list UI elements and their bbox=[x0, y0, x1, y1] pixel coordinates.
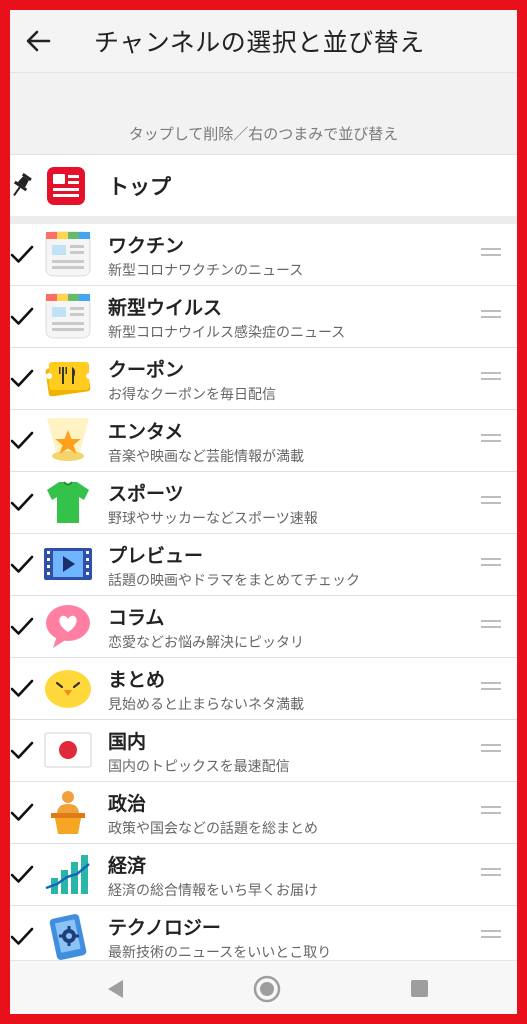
instruction-text: タップして削除／右のつまみで並び替え bbox=[128, 125, 399, 143]
drag-handle[interactable] bbox=[481, 930, 501, 942]
phone-gear-icon bbox=[49, 914, 87, 960]
channel-row[interactable]: コラム 恋愛などお悩み解決にピッタリ bbox=[10, 596, 517, 658]
channel-name: スポーツ bbox=[108, 483, 184, 505]
channel-name: プレビュー bbox=[108, 545, 204, 567]
nav-back-icon[interactable] bbox=[105, 978, 125, 1000]
bar-chart-trend-icon bbox=[45, 855, 90, 894]
check-icon[interactable] bbox=[10, 738, 34, 762]
channel-row[interactable]: 政治 政策や国会などの話題を総まとめ bbox=[10, 782, 517, 844]
drag-handle[interactable] bbox=[481, 248, 501, 260]
drag-handle[interactable] bbox=[481, 310, 501, 322]
check-icon[interactable] bbox=[10, 490, 34, 514]
news-sheet-icon bbox=[43, 292, 93, 340]
channel-row[interactable]: 国内 国内のトピックスを最速配信 bbox=[10, 720, 517, 782]
podium-speaker-icon bbox=[51, 791, 85, 834]
system-nav-bar bbox=[10, 960, 517, 1014]
check-icon[interactable] bbox=[10, 366, 34, 390]
film-play-icon bbox=[44, 548, 92, 580]
page-title: チャンネルの選択と並び替え bbox=[94, 28, 425, 57]
channel-row[interactable]: スポーツ 野球やサッカーなどスポーツ速報 bbox=[10, 472, 517, 534]
channel-row[interactable]: プレビュー 話題の映画やドラマをまとめてチェック bbox=[10, 534, 517, 596]
channel-name: コラム bbox=[108, 607, 165, 629]
drag-handle[interactable] bbox=[481, 868, 501, 880]
drag-handle[interactable] bbox=[481, 744, 501, 756]
channel-name: 政治 bbox=[108, 793, 147, 815]
drag-handle[interactable] bbox=[481, 682, 501, 694]
channel-name: 新型ウイルス bbox=[108, 297, 223, 319]
japan-flag-icon bbox=[44, 732, 92, 768]
channel-row[interactable]: 経済 経済の総合情報をいち早くお届け bbox=[10, 844, 517, 906]
channel-name: 国内 bbox=[108, 731, 147, 753]
star-spotlight-icon bbox=[47, 418, 89, 461]
check-icon[interactable] bbox=[10, 552, 34, 576]
nav-recents-icon[interactable] bbox=[411, 980, 428, 997]
check-icon[interactable] bbox=[10, 304, 34, 328]
channel-name: トップ bbox=[108, 175, 171, 199]
divider bbox=[10, 216, 517, 224]
drag-handle[interactable] bbox=[481, 434, 501, 446]
chick-face-icon bbox=[45, 670, 91, 708]
channel-description: 政策や国会などの話題を総まとめ bbox=[108, 821, 318, 837]
channel-name: ワクチン bbox=[108, 235, 185, 257]
channel-row[interactable]: 新型ウイルス 新型コロナウイルス感染症のニュース bbox=[10, 286, 517, 348]
channel-description: 国内のトピックスを最速配信 bbox=[108, 759, 290, 775]
channel-description: 最新技術のニュースをいいとこ取り bbox=[108, 945, 332, 961]
heart-bubble-icon bbox=[46, 605, 90, 648]
pin-icon bbox=[13, 172, 32, 197]
channel-description: 恋愛などお悩み解決にピッタリ bbox=[108, 635, 304, 651]
check-icon[interactable] bbox=[10, 676, 34, 700]
channel-name: クーポン bbox=[108, 359, 185, 381]
channel-name: まとめ bbox=[108, 669, 166, 691]
channel-description: 新型コロナワクチンのニュース bbox=[108, 263, 304, 279]
channel-description: 音楽や映画など芸能情報が満載 bbox=[108, 449, 304, 465]
channel-row-top: トップ bbox=[10, 154, 517, 217]
check-icon[interactable] bbox=[10, 862, 34, 886]
channel-row[interactable]: エンタメ 音楽や映画など芸能情報が満載 bbox=[10, 410, 517, 472]
jersey-icon bbox=[47, 481, 89, 523]
coupon-icon bbox=[45, 362, 92, 397]
news-sheet-icon bbox=[43, 230, 93, 278]
check-icon[interactable] bbox=[10, 614, 34, 638]
channel-row[interactable]: ワクチン 新型コロナワクチンのニュース bbox=[10, 224, 517, 286]
channel-description: 経済の総合情報をいち早くお届け bbox=[108, 883, 318, 899]
hint-area: タップして削除／右のつまみで並び替え bbox=[10, 72, 517, 155]
check-icon[interactable] bbox=[10, 924, 34, 948]
channel-row[interactable]: まとめ 見始めると止まらないネタ満載 bbox=[10, 658, 517, 720]
channel-list: ワクチン 新型コロナワクチンのニュース 新型ウイルス 新型コロナウイルス感染症の… bbox=[10, 224, 517, 968]
channel-description: 見始めると止まらないネタ満載 bbox=[108, 697, 304, 713]
drag-handle[interactable] bbox=[481, 620, 501, 632]
news-red-icon bbox=[47, 167, 85, 205]
channel-row[interactable]: テクノロジー 最新技術のニュースをいいとこ取り bbox=[10, 906, 517, 968]
drag-handle[interactable] bbox=[481, 558, 501, 570]
channel-description: 話題の映画やドラマをまとめてチェック bbox=[108, 573, 360, 589]
channel-description: 野球やサッカーなどスポーツ速報 bbox=[108, 511, 318, 527]
red-frame: チャンネルの選択と並び替え タップして削除／右のつまみで並び替え トップ ワクチ… bbox=[0, 0, 527, 1024]
nav-home-icon[interactable] bbox=[253, 975, 281, 1003]
channel-description: お得なクーポンを毎日配信 bbox=[108, 387, 276, 403]
channel-name: 経済 bbox=[108, 855, 147, 877]
channel-name: エンタメ bbox=[108, 421, 184, 443]
channel-row[interactable]: クーポン お得なクーポンを毎日配信 bbox=[10, 348, 517, 410]
drag-handle[interactable] bbox=[481, 806, 501, 818]
arrow-left-icon bbox=[26, 30, 51, 52]
app-bar: チャンネルの選択と並び替え bbox=[10, 10, 517, 72]
drag-handle[interactable] bbox=[481, 496, 501, 508]
check-icon[interactable] bbox=[10, 800, 34, 824]
drag-handle[interactable] bbox=[481, 372, 501, 384]
channel-description: 新型コロナウイルス感染症のニュース bbox=[108, 325, 346, 341]
channel-name: テクノロジー bbox=[108, 917, 221, 939]
check-icon[interactable] bbox=[10, 242, 34, 266]
back-button[interactable] bbox=[12, 10, 64, 72]
check-icon[interactable] bbox=[10, 428, 34, 452]
